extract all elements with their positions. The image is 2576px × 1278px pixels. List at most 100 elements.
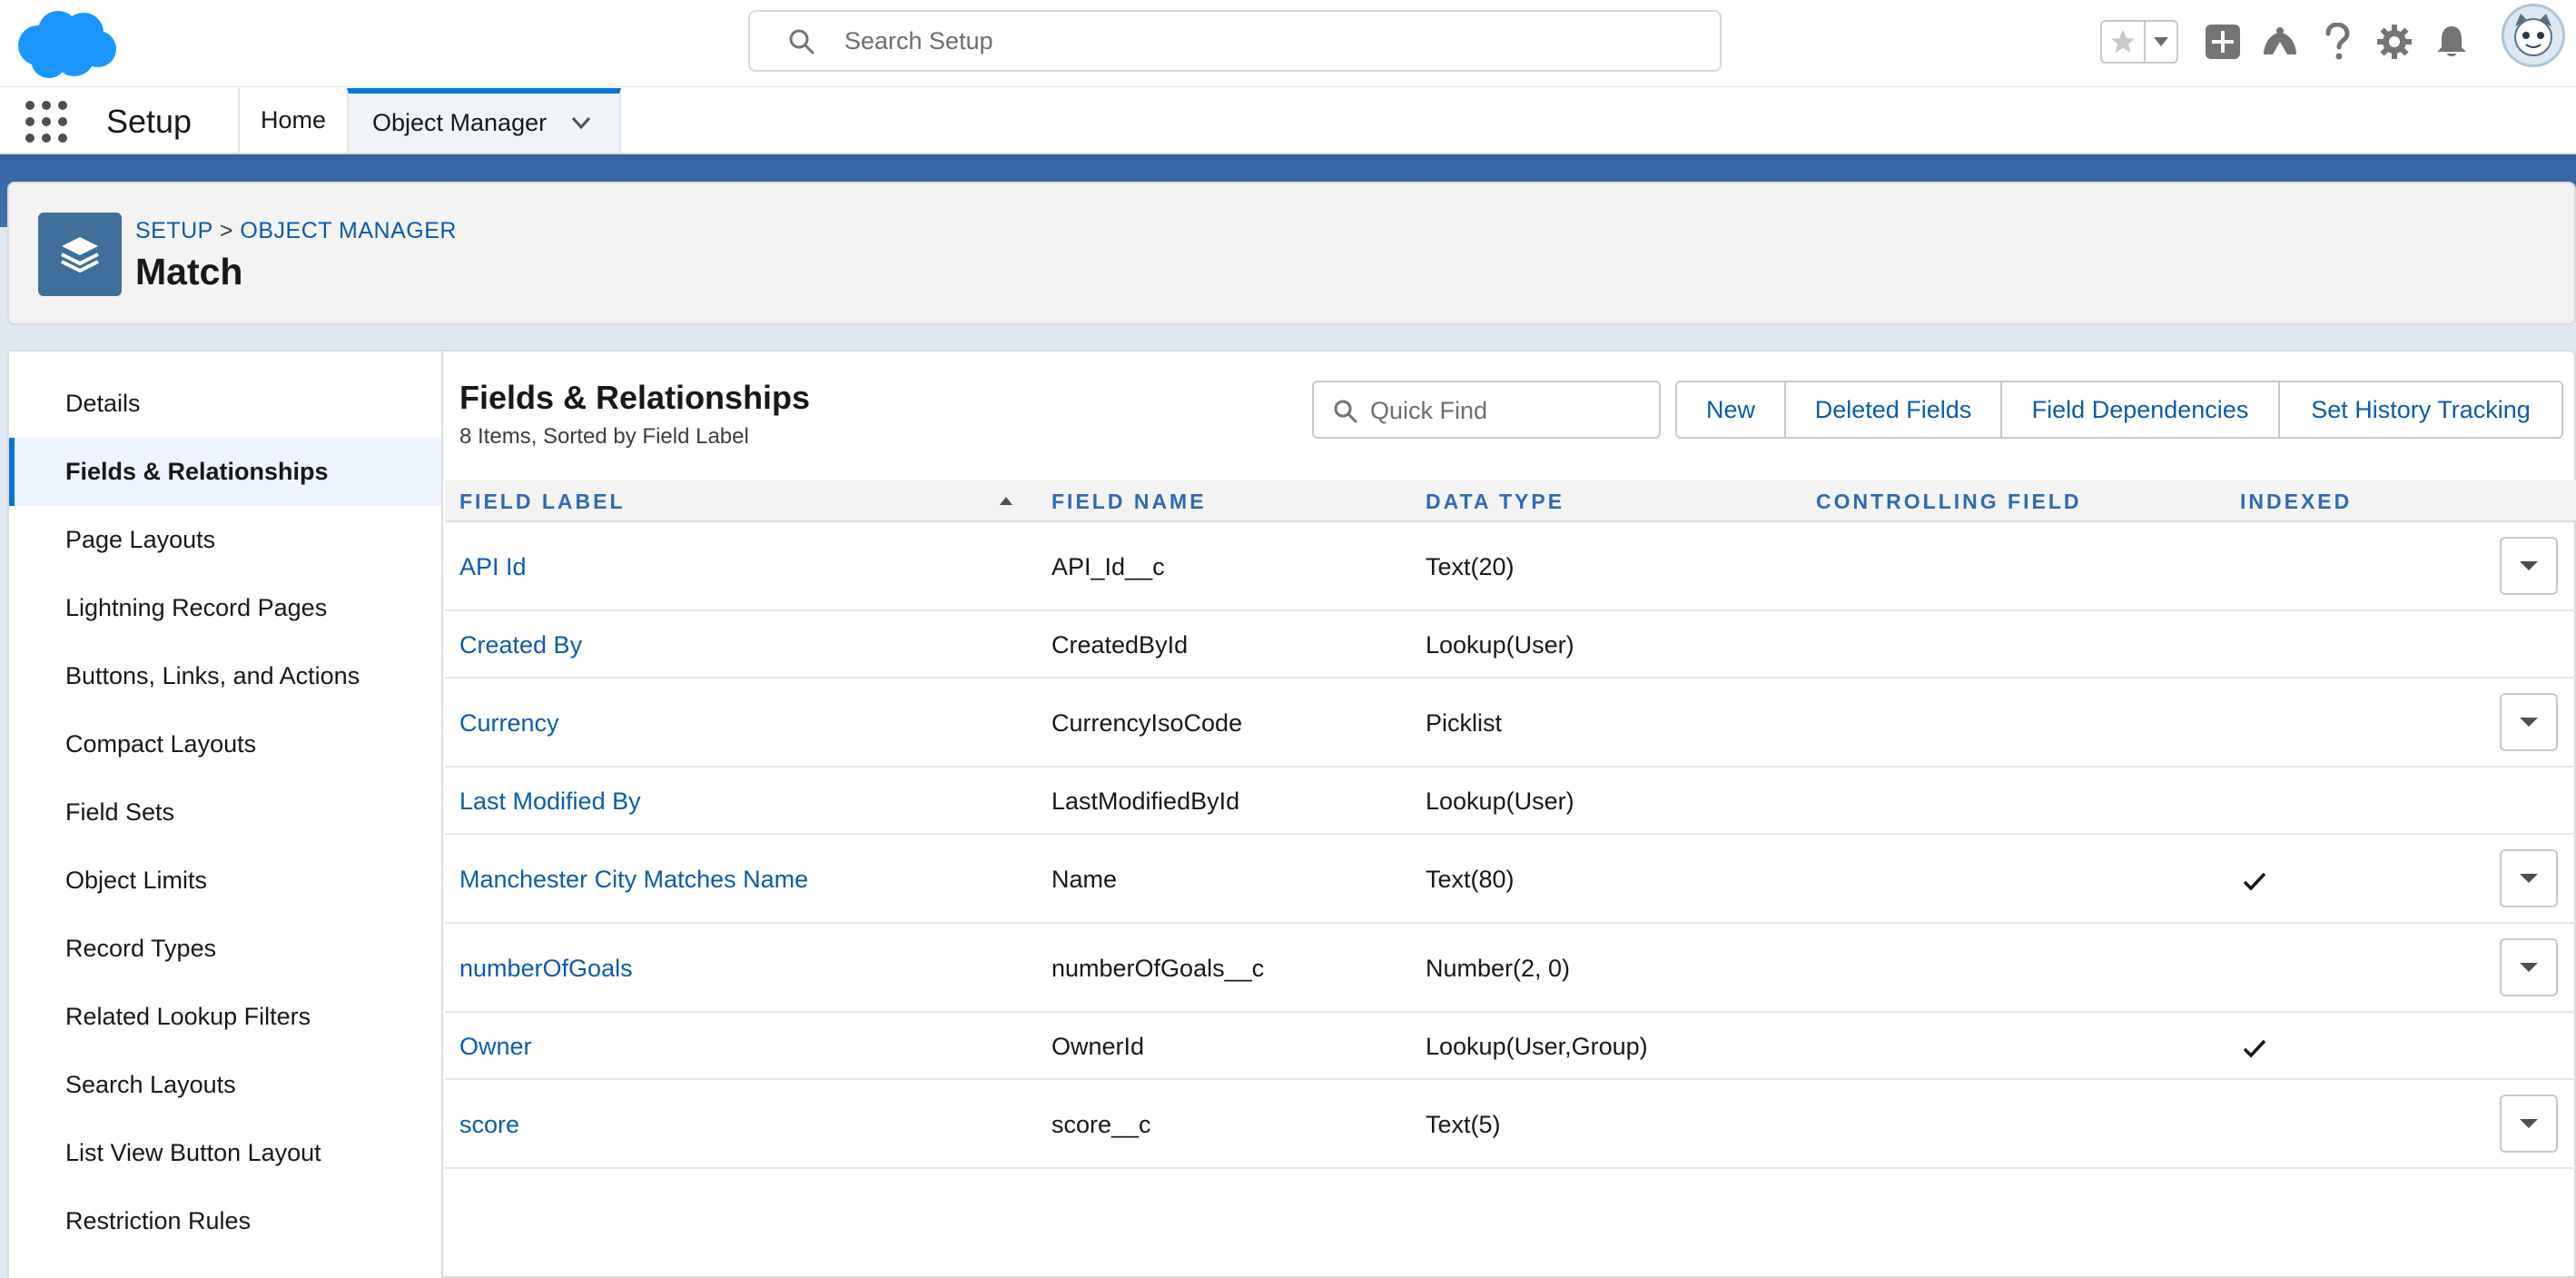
sidebar-item-page-layouts[interactable]: Page Layouts bbox=[9, 506, 441, 574]
user-avatar-icon bbox=[2514, 14, 2552, 56]
sort-ascending-icon[interactable] bbox=[997, 492, 1015, 510]
row-action-button[interactable] bbox=[2500, 1095, 2558, 1153]
favorites-button[interactable] bbox=[2102, 22, 2146, 62]
field-label-link[interactable]: numberOfGoals bbox=[459, 955, 633, 983]
star-icon bbox=[2111, 30, 2135, 53]
column-header-indexed[interactable]: INDEXED bbox=[2240, 480, 2352, 522]
table-row: API Id API_Id__c Text(20) bbox=[445, 522, 2576, 611]
search-input[interactable] bbox=[844, 19, 1662, 63]
column-header-data-type[interactable]: DATA TYPE bbox=[1426, 480, 1564, 522]
quick-find-input[interactable] bbox=[1370, 390, 1643, 431]
sidebar-item-record-types[interactable]: Record Types bbox=[9, 915, 441, 983]
data-type-cell: Picklist bbox=[1426, 709, 1503, 737]
table-row: Currency CurrencyIsoCode Picklist bbox=[445, 679, 2576, 768]
trailhead-icon bbox=[2264, 27, 2296, 54]
sidebar-item-field-sets[interactable]: Field Sets bbox=[9, 778, 441, 847]
deleted-fields-button[interactable]: Deleted Fields bbox=[1786, 382, 2002, 437]
tab-label: Home bbox=[260, 106, 327, 134]
global-search[interactable] bbox=[748, 10, 1722, 72]
field-name-cell: CreatedById bbox=[1051, 631, 1189, 659]
layers-icon bbox=[61, 237, 99, 273]
field-name-cell: API_Id__c bbox=[1051, 553, 1165, 580]
sidebar-item-details[interactable]: Details bbox=[9, 370, 441, 438]
setup-button[interactable] bbox=[2373, 20, 2416, 64]
sidebar-item-search-layouts[interactable]: Search Layouts bbox=[9, 1051, 441, 1119]
row-action-button[interactable] bbox=[2500, 537, 2558, 595]
field-label-link[interactable]: Currency bbox=[459, 709, 559, 738]
new-button[interactable]: New bbox=[1677, 382, 1786, 437]
favorites-group bbox=[2100, 20, 2178, 64]
row-action-button[interactable] bbox=[2500, 849, 2558, 907]
breadcrumb-separator: > bbox=[219, 218, 233, 243]
sidebar-item-buttons-links-actions[interactable]: Buttons, Links, and Actions bbox=[9, 642, 441, 710]
field-label-link[interactable]: score bbox=[459, 1111, 519, 1139]
column-header-field-label[interactable]: FIELD LABEL bbox=[459, 480, 626, 522]
field-name-cell: OwnerId bbox=[1051, 1033, 1145, 1060]
data-type-cell: Lookup(User) bbox=[1426, 788, 1574, 815]
row-action-button[interactable] bbox=[2500, 938, 2558, 996]
field-name-cell: score__c bbox=[1051, 1111, 1151, 1138]
field-label-link[interactable]: Manchester City Matches Name bbox=[459, 866, 808, 894]
global-header bbox=[0, 0, 2576, 87]
tab-label: Object Manager bbox=[372, 109, 548, 136]
checkmark-icon bbox=[2243, 872, 2266, 891]
sidebar-item-restriction-rules[interactable]: Restriction Rules bbox=[9, 1187, 441, 1255]
chevron-down-icon bbox=[2154, 37, 2168, 46]
sidebar-item-lightning-record-pages[interactable]: Lightning Record Pages bbox=[9, 574, 441, 642]
row-action-button[interactable] bbox=[2500, 693, 2558, 751]
help-icon bbox=[2325, 23, 2350, 60]
field-label-link[interactable]: API Id bbox=[459, 553, 527, 581]
chevron-down-icon bbox=[2520, 963, 2538, 972]
table-header: FIELD LABEL FIELD NAME DATA TYPE CONTROL… bbox=[445, 480, 2576, 522]
tab-home[interactable]: Home bbox=[238, 88, 347, 153]
sidebar-item-compact-layouts[interactable]: Compact Layouts bbox=[9, 710, 441, 778]
data-type-cell: Lookup(User) bbox=[1426, 631, 1574, 659]
sidebar-item-object-limits[interactable]: Object Limits bbox=[9, 847, 441, 915]
sidebar-item-related-lookup-filters[interactable]: Related Lookup Filters bbox=[9, 983, 441, 1051]
field-name-cell: CurrencyIsoCode bbox=[1051, 709, 1243, 737]
data-type-cell: Number(2, 0) bbox=[1426, 955, 1571, 982]
data-type-cell: Lookup(User,Group) bbox=[1426, 1033, 1648, 1060]
field-name-cell: LastModifiedById bbox=[1051, 788, 1240, 815]
set-history-tracking-button[interactable]: Set History Tracking bbox=[2280, 382, 2561, 437]
add-icon bbox=[2206, 25, 2240, 59]
sidebar: Details Fields & Relationships Page Layo… bbox=[9, 352, 443, 1278]
page-header: SETUP > OBJECT MANAGER Match bbox=[7, 182, 2576, 325]
tab-object-manager[interactable]: Object Manager bbox=[347, 88, 621, 153]
help-button[interactable] bbox=[2315, 20, 2359, 64]
field-name-cell: Name bbox=[1051, 866, 1118, 893]
app-name: Setup bbox=[106, 103, 192, 140]
field-label-link[interactable]: Owner bbox=[459, 1033, 532, 1061]
section-subtitle: 8 Items, Sorted by Field Label bbox=[459, 424, 749, 449]
salesforce-cloud-logo[interactable] bbox=[11, 5, 118, 80]
main-card: Details Fields & Relationships Page Layo… bbox=[7, 350, 2576, 1278]
notifications-button[interactable] bbox=[2430, 20, 2473, 64]
data-type-cell: Text(20) bbox=[1426, 553, 1515, 580]
favorites-list-button[interactable] bbox=[2146, 22, 2176, 62]
global-actions-button[interactable] bbox=[2201, 20, 2245, 64]
field-dependencies-button[interactable]: Field Dependencies bbox=[2002, 382, 2280, 437]
data-type-cell: Text(80) bbox=[1426, 866, 1515, 893]
checkmark-icon bbox=[2243, 1039, 2266, 1058]
quick-find[interactable] bbox=[1312, 381, 1661, 439]
chevron-down-icon bbox=[2520, 718, 2538, 727]
sidebar-item-fields-relationships[interactable]: Fields & Relationships bbox=[9, 438, 441, 506]
chevron-down-icon bbox=[2520, 1119, 2538, 1128]
field-label-link[interactable]: Last Modified By bbox=[459, 788, 641, 816]
breadcrumb-setup[interactable]: SETUP bbox=[135, 218, 212, 243]
chevron-down-icon[interactable] bbox=[568, 110, 594, 135]
breadcrumb-object-manager[interactable]: OBJECT MANAGER bbox=[240, 218, 457, 243]
column-header-field-name[interactable]: FIELD NAME bbox=[1051, 480, 1207, 522]
chevron-down-icon bbox=[2520, 874, 2538, 883]
sidebar-item-list-view-button-layout[interactable]: List View Button Layout bbox=[9, 1119, 441, 1187]
field-label-link[interactable]: Created By bbox=[459, 631, 582, 659]
section-title: Fields & Relationships bbox=[459, 379, 811, 416]
column-header-controlling-field[interactable]: CONTROLLING FIELD bbox=[1816, 480, 2081, 522]
chevron-down-icon bbox=[2520, 561, 2538, 570]
avatar[interactable] bbox=[2502, 4, 2565, 67]
data-type-cell: Text(5) bbox=[1426, 1111, 1501, 1138]
app-launcher-icon[interactable] bbox=[25, 101, 67, 143]
trailhead-button[interactable] bbox=[2258, 20, 2302, 64]
bell-icon bbox=[2437, 26, 2466, 56]
action-button-group: New Deleted Fields Field Dependencies Se… bbox=[1675, 381, 2563, 439]
